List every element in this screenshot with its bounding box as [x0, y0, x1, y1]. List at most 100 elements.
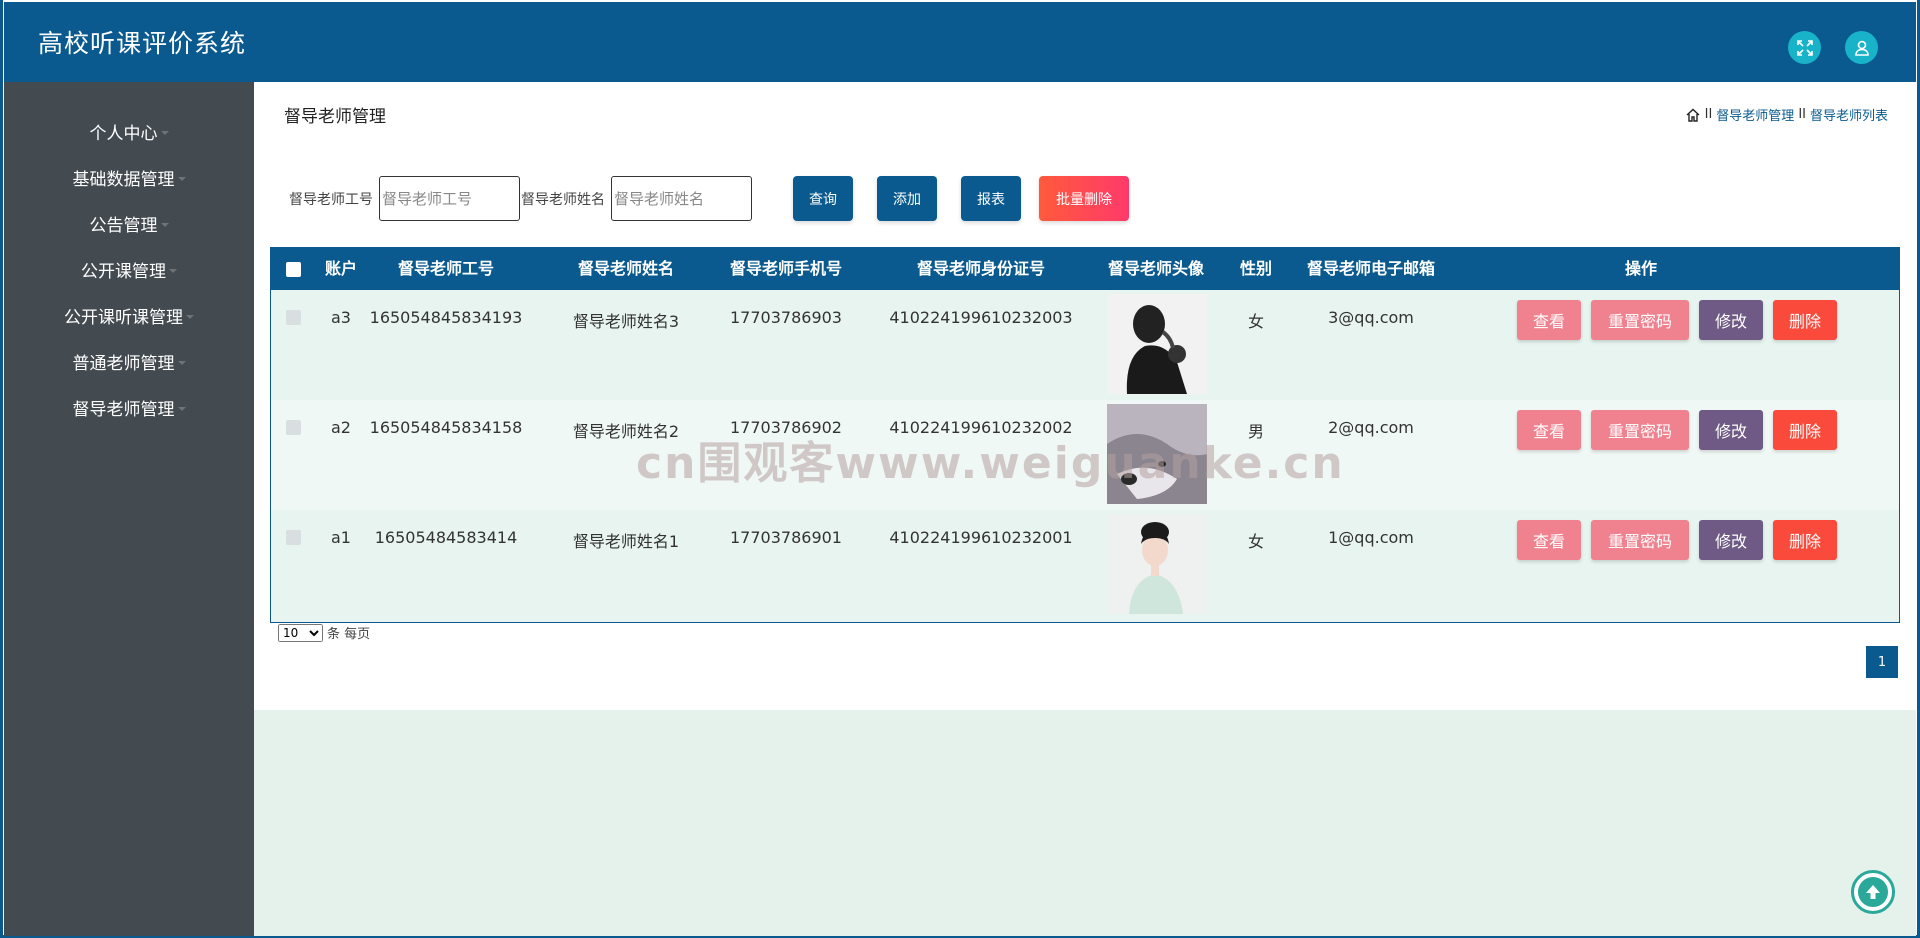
breadcrumb-separator: II — [1798, 107, 1806, 122]
breadcrumb-current: 督导老师列表 — [1809, 109, 1888, 124]
cell-id: 165054845834193 — [369, 308, 523, 327]
breadcrumb: II 督导老师管理 II 督导老师列表 — [1685, 105, 1888, 124]
delete-button[interactable]: 删除 — [1773, 300, 1837, 340]
sidebar-item-label: 普通老师管理 — [72, 353, 175, 374]
per-page-label: 条 每页 — [327, 627, 371, 642]
breadcrumb-link-supervisor-management[interactable]: 督导老师管理 — [1716, 105, 1794, 124]
page-title: 督导老师管理 — [284, 107, 386, 127]
search-id-input[interactable] — [379, 176, 520, 221]
sidebar-item-label: 基础数据管理 — [72, 169, 175, 190]
select-all-checkbox[interactable] — [286, 262, 301, 277]
avatar-woman-photo — [1107, 514, 1207, 614]
cell-phone: 17703786903 — [730, 308, 842, 327]
column-header-account: 账户 — [324, 259, 357, 278]
cell-gender: 女 — [1247, 532, 1264, 551]
table-row: a3 165054845834193 督导老师姓名3 17703786903 4… — [271, 290, 1899, 400]
back-to-top-button[interactable] — [1851, 870, 1895, 914]
cell-gender: 男 — [1247, 422, 1264, 441]
page-number-button[interactable]: 1 — [1866, 646, 1898, 678]
main-content: 督导老师管理 II 督导老师管理 II 督导老师列表 督导老师工号 督导老师姓名… — [254, 82, 1916, 710]
caret-down-icon — [177, 360, 186, 365]
cell-phone: 17703786901 — [730, 528, 842, 547]
row-checkbox[interactable] — [286, 530, 301, 545]
cell-name: 督导老师姓名3 — [572, 312, 680, 331]
avatar-man-photo — [1107, 294, 1207, 394]
column-header-idcard: 督导老师身份证号 — [916, 259, 1045, 278]
app-title: 高校听课评价系统 — [38, 29, 247, 58]
content-background — [254, 710, 1916, 936]
column-header-phone: 督导老师手机号 — [729, 259, 842, 278]
delete-button[interactable]: 删除 — [1773, 410, 1837, 450]
arrow-up-icon — [1866, 885, 1880, 899]
sidebar-item-supervisors[interactable]: 督导老师管理 — [4, 384, 254, 430]
sidebar: 个人中心 基础数据管理 公告管理 公开课管理 公开课听课管理 普通老师管理 督导… — [4, 82, 254, 936]
delete-button[interactable]: 删除 — [1773, 520, 1837, 560]
page-size-select[interactable]: 10 — [278, 623, 323, 642]
caret-down-icon — [177, 406, 186, 411]
cell-email: 1@qq.com — [1328, 528, 1414, 547]
caret-down-icon — [177, 176, 186, 181]
edit-button[interactable]: 修改 — [1699, 410, 1763, 450]
reset-password-button[interactable]: 重置密码 — [1591, 300, 1689, 340]
query-button[interactable]: 查询 — [793, 176, 853, 221]
cell-idcard: 410224199610232003 — [889, 308, 1073, 327]
home-icon[interactable] — [1685, 107, 1701, 123]
page-size-control: 10 条 每页 — [278, 623, 370, 642]
sidebar-item-label: 公开课听课管理 — [64, 307, 183, 328]
table-row: a1 16505484583414 督导老师姓名1 17703786901 41… — [271, 510, 1899, 620]
search-name-input[interactable] — [611, 176, 752, 221]
cell-name: 督导老师姓名1 — [572, 532, 680, 551]
view-button[interactable]: 查看 — [1517, 300, 1581, 340]
user-button[interactable] — [1845, 31, 1878, 64]
caret-down-icon — [169, 268, 177, 273]
row-checkbox[interactable] — [286, 310, 301, 325]
edit-button[interactable]: 修改 — [1699, 300, 1763, 340]
sidebar-item-open-class[interactable]: 公开课管理 — [4, 246, 254, 292]
view-button[interactable]: 查看 — [1517, 410, 1581, 450]
caret-down-icon — [186, 314, 194, 319]
column-header-email: 督导老师电子邮箱 — [1306, 259, 1435, 278]
search-id-label: 督导老师工号 — [289, 192, 373, 208]
reset-password-button[interactable]: 重置密码 — [1591, 520, 1689, 560]
column-header-avatar: 督导老师头像 — [1107, 259, 1204, 278]
cell-gender: 女 — [1247, 312, 1264, 331]
cell-name: 督导老师姓名2 — [572, 422, 680, 441]
cell-email: 3@qq.com — [1328, 308, 1414, 327]
sidebar-item-label: 公开课管理 — [81, 261, 166, 282]
sidebar-item-label: 个人中心 — [89, 123, 158, 144]
fullscreen-button[interactable] — [1788, 31, 1821, 64]
add-button[interactable]: 添加 — [877, 176, 937, 221]
table-header: 账户 督导老师工号 督导老师姓名 督导老师手机号 督导老师身份证号 督导老师头像… — [271, 248, 1899, 290]
caret-down-icon — [160, 130, 169, 135]
sidebar-item-teachers[interactable]: 普通老师管理 — [4, 338, 254, 384]
sidebar-item-label: 公告管理 — [89, 215, 158, 236]
reset-password-button[interactable]: 重置密码 — [1591, 410, 1689, 450]
report-button[interactable]: 报表 — [961, 176, 1021, 221]
column-header-name: 督导老师姓名 — [577, 259, 674, 278]
sidebar-item-label: 督导老师管理 — [72, 399, 175, 420]
sidebar-item-open-class-audit[interactable]: 公开课听课管理 — [4, 292, 254, 338]
fullscreen-icon — [1796, 39, 1813, 56]
cell-phone: 17703786902 — [730, 418, 842, 437]
cell-id: 165054845834158 — [369, 418, 523, 437]
column-header-gender: 性别 — [1239, 259, 1272, 278]
sidebar-item-basic-data[interactable]: 基础数据管理 — [4, 154, 254, 200]
sidebar-item-announcements[interactable]: 公告管理 — [4, 200, 254, 246]
row-checkbox[interactable] — [286, 420, 301, 435]
batch-delete-button[interactable]: 批量删除 — [1039, 176, 1129, 221]
data-table: 账户 督导老师工号 督导老师姓名 督导老师手机号 督导老师身份证号 督导老师头像… — [270, 247, 1900, 623]
column-header-actions: 操作 — [1624, 259, 1657, 278]
search-name-label: 督导老师姓名 — [521, 192, 605, 208]
cell-idcard: 410224199610232001 — [889, 528, 1073, 547]
breadcrumb-separator: II — [1704, 107, 1713, 122]
sidebar-item-personal-center[interactable]: 个人中心 — [4, 108, 254, 154]
avatar-wolf-photo — [1107, 404, 1207, 504]
edit-button[interactable]: 修改 — [1699, 520, 1763, 560]
cell-id: 16505484583414 — [374, 528, 518, 547]
column-header-id: 督导老师工号 — [397, 259, 494, 278]
table-row: a2 165054845834158 督导老师姓名2 17703786902 4… — [271, 400, 1899, 510]
cell-idcard: 410224199610232002 — [889, 418, 1073, 437]
view-button[interactable]: 查看 — [1517, 520, 1581, 560]
caret-down-icon — [160, 222, 169, 227]
top-header: 高校听课评价系统 — [4, 2, 1916, 82]
